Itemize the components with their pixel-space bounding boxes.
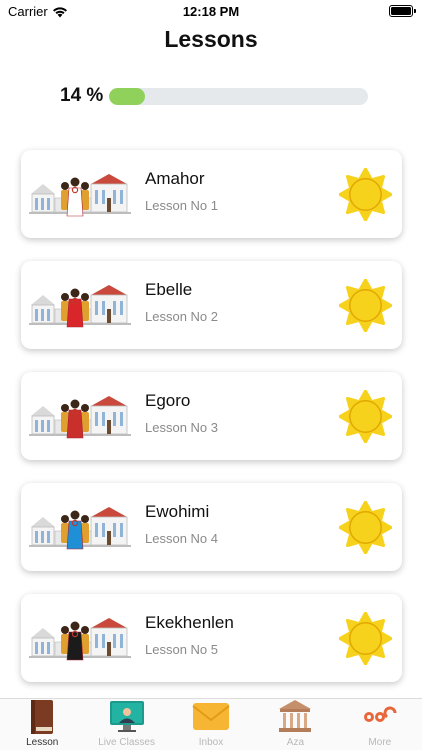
sun-icon <box>339 612 392 665</box>
page-title: Lessons <box>164 26 258 52</box>
tab-more[interactable]: More <box>338 699 422 750</box>
lesson-title: Amahor <box>145 169 205 188</box>
lesson-list: Amahor Lesson No 1 Ebelle Lesson No 2 Eg… <box>21 150 402 705</box>
lesson-card[interactable]: Egoro Lesson No 3 <box>21 372 402 460</box>
lesson-card[interactable]: Amahor Lesson No 1 <box>21 150 402 238</box>
lesson-title: Ekekhenlen <box>145 613 234 632</box>
tab-label-live-classes: Live Classes <box>98 737 155 748</box>
lesson-number: Lesson No 1 <box>145 198 218 213</box>
lesson-title: Ewohimi <box>145 502 210 521</box>
lesson-thumbnail <box>29 507 131 550</box>
lesson-card[interactable]: Ewohimi Lesson No 4 <box>21 483 402 571</box>
progress-row: 14 % <box>60 86 370 106</box>
lesson-card[interactable]: Ebelle Lesson No 2 <box>21 261 402 349</box>
tab-bar: Lesson Live Classes Inbox Aza More <box>0 698 422 750</box>
tab-live-classes[interactable]: Live Classes <box>84 699 168 750</box>
tab-label-more: More <box>368 737 392 748</box>
sun-icon <box>339 279 392 332</box>
lesson-number: Lesson No 5 <box>145 642 218 657</box>
tab-label-aza: Aza <box>286 737 305 748</box>
lesson-thumbnail <box>29 396 131 439</box>
tab-lesson[interactable]: Lesson <box>0 699 84 750</box>
lesson-number: Lesson No 3 <box>145 420 218 435</box>
progress-fill <box>109 88 146 105</box>
progress-bar <box>109 88 368 105</box>
tab-inbox[interactable]: Inbox <box>169 699 253 750</box>
status-bar: Carrier 12:18 PM <box>0 0 422 24</box>
status-time: 12:18 PM <box>182 4 240 19</box>
progress-label: 14 % <box>60 85 104 106</box>
lesson-title: Egoro <box>145 391 191 410</box>
sun-icon <box>339 390 392 443</box>
sun-icon <box>339 168 392 221</box>
lesson-card[interactable]: Ekekhenlen Lesson No 5 <box>21 594 402 682</box>
battery-icon <box>389 5 416 17</box>
bank-building-icon <box>279 700 312 732</box>
sun-icon <box>339 501 392 554</box>
lesson-title: Ebelle <box>145 280 193 299</box>
tab-label-inbox: Inbox <box>198 737 224 748</box>
envelope-icon <box>192 703 230 730</box>
lesson-thumbnail <box>29 285 131 328</box>
lesson-thumbnail <box>29 618 131 661</box>
more-icon <box>363 706 397 722</box>
lesson-number: Lesson No 4 <box>145 531 218 546</box>
lesson-number: Lesson No 2 <box>145 309 218 324</box>
lesson-thumbnail <box>29 174 131 217</box>
tab-aza[interactable]: Aza <box>253 699 337 750</box>
live-class-icon <box>109 701 144 732</box>
book-icon <box>31 700 54 734</box>
tab-label-lesson: Lesson <box>26 737 59 748</box>
